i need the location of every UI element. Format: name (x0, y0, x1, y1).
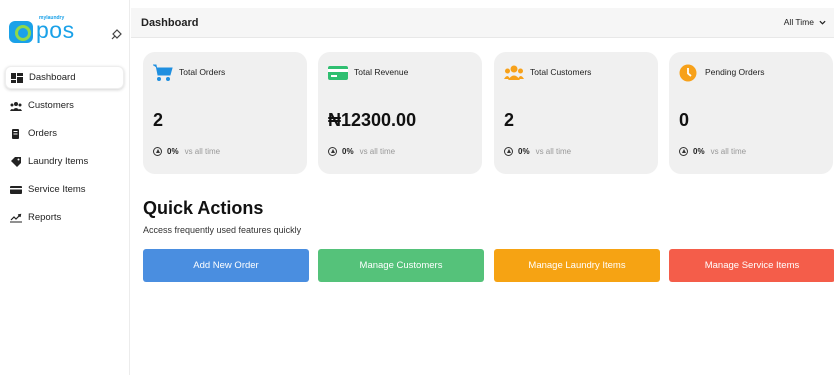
sidebar-item-label: Dashboard (29, 72, 76, 83)
sidebar-item-label: Orders (28, 128, 58, 139)
stat-change-percent: 0% (167, 147, 179, 156)
trend-icon (10, 213, 22, 222)
manage-laundry-items-button[interactable]: Manage Laundry Items (494, 249, 660, 282)
stat-value: 2 (504, 110, 515, 130)
stat-value: ₦12300.00 (328, 110, 417, 130)
card-icon (10, 185, 22, 194)
sidebar-item-label: Laundry Items (28, 156, 89, 167)
stat-compare-text: vs all time (359, 147, 396, 156)
dashboard-icon (11, 72, 23, 83)
page-title: Dashboard (141, 17, 199, 29)
sidebar-item-label: Reports (28, 212, 62, 223)
quick-actions-title: Quick Actions (143, 198, 264, 218)
sidebar-item-service-items[interactable]: Service Items (5, 178, 124, 201)
sidebar: mylaundry pos Dashboard Customers Orders… (0, 0, 130, 375)
stat-card-total-orders: Total Orders 2 0% vs all time (143, 52, 307, 174)
add-new-order-button[interactable]: Add New Order (143, 249, 309, 282)
arrow-up-circle-icon (504, 147, 513, 156)
stat-title: Total Orders (179, 67, 226, 77)
stat-card-total-customers: Total Customers 2 0% vs all time (494, 52, 658, 174)
sidebar-item-laundry-items[interactable]: Laundry Items (5, 150, 124, 173)
header-bar: Dashboard All Time (131, 8, 834, 38)
stat-change: 0% vs all time (504, 147, 571, 156)
manage-service-items-button[interactable]: Manage Service Items (669, 249, 834, 282)
sidebar-item-reports[interactable]: Reports (5, 206, 124, 229)
stat-title: Total Revenue (354, 67, 409, 77)
sidebar-item-orders[interactable]: Orders (5, 122, 124, 145)
logo-small-text: mylaundry (39, 15, 65, 21)
stat-title: Pending Orders (705, 67, 765, 77)
sidebar-item-label: Customers (28, 100, 74, 111)
quick-actions: Add New Order Manage Customers Manage La… (143, 249, 834, 282)
arrow-up-circle-icon (328, 147, 337, 156)
sidebar-item-dashboard[interactable]: Dashboard (5, 66, 124, 89)
arrow-up-circle-icon (153, 147, 162, 156)
cart-icon (153, 64, 173, 81)
stat-change: 0% vs all time (679, 147, 746, 156)
logo-text: mylaundry pos (36, 15, 75, 43)
manage-customers-button[interactable]: Manage Customers (318, 249, 484, 282)
users-icon (10, 101, 22, 111)
stat-card-pending-orders: Pending Orders 0 0% vs all time (669, 52, 833, 174)
stats-cards: Total Orders 2 0% vs all time Total Reve… (143, 52, 834, 174)
stat-change-percent: 0% (693, 147, 705, 156)
logo-mark-icon (9, 21, 33, 43)
brand-logo[interactable]: mylaundry pos (9, 15, 75, 44)
sidebar-item-customers[interactable]: Customers (5, 94, 124, 117)
chevron-down-icon (819, 20, 826, 25)
arrow-up-circle-icon (679, 147, 688, 156)
sidebar-nav: Dashboard Customers Orders Laundry Items (0, 66, 130, 234)
quick-actions-subtitle: Access frequently used features quickly (143, 225, 302, 235)
stat-value: 2 (153, 110, 164, 130)
stat-change-percent: 0% (518, 147, 530, 156)
main-content: Dashboard All Time Total Orders 2 0% vs … (131, 0, 834, 375)
tag-icon (11, 156, 21, 167)
orders-icon (12, 128, 19, 139)
period-select[interactable]: All Time (784, 17, 826, 27)
stat-compare-text: vs all time (710, 147, 747, 156)
credit-card-icon (328, 66, 348, 80)
collapse-sidebar-icon[interactable] (110, 27, 124, 41)
sidebar-item-label: Service Items (28, 184, 86, 195)
clock-icon (679, 64, 697, 82)
stat-compare-text: vs all time (535, 147, 572, 156)
stat-change: 0% vs all time (153, 147, 220, 156)
customers-icon (504, 65, 524, 80)
period-select-label: All Time (783, 17, 814, 27)
stat-change: 0% vs all time (328, 147, 395, 156)
stat-change-percent: 0% (342, 147, 354, 156)
stat-value: 0 (679, 110, 690, 130)
stat-card-total-revenue: Total Revenue ₦12300.00 0% vs all time (318, 52, 482, 174)
stat-title: Total Customers (530, 67, 592, 77)
stat-compare-text: vs all time (184, 147, 221, 156)
